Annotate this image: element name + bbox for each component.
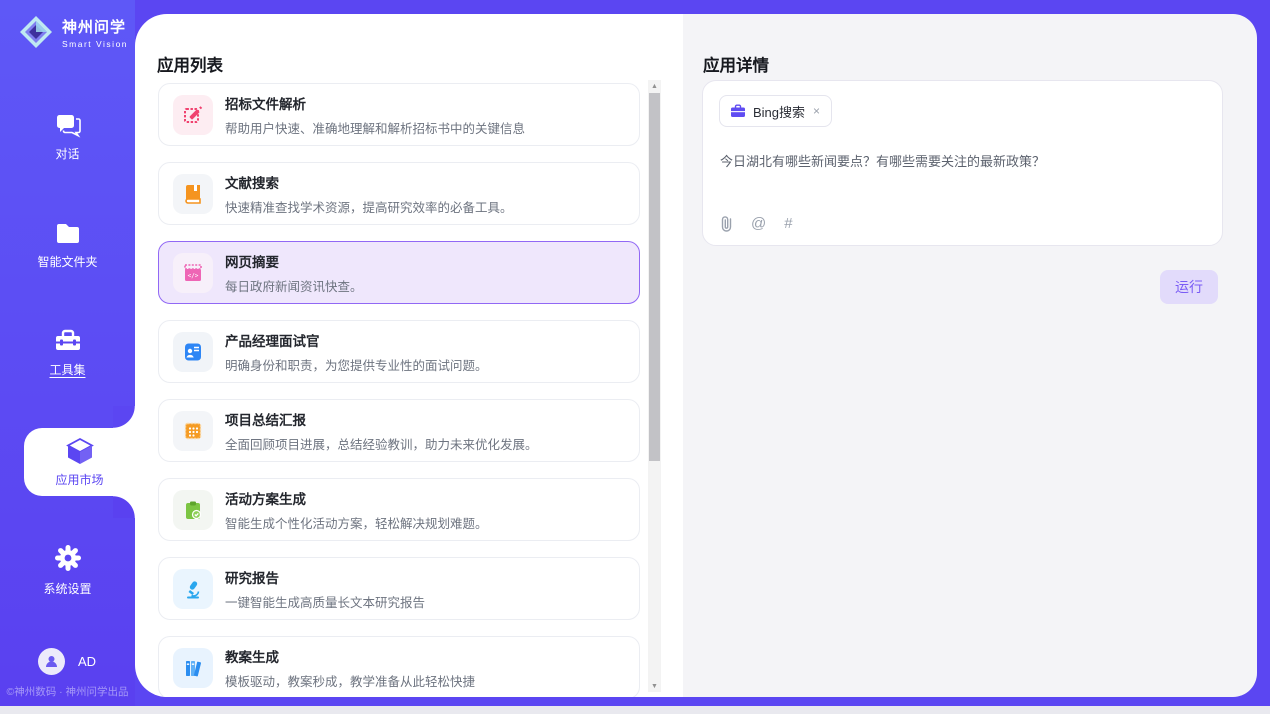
sidebar-item-settings[interactable]: 系统设置	[0, 543, 135, 597]
tile: </>	[173, 253, 213, 293]
clipboard-check-icon	[182, 499, 204, 521]
toolbox-icon	[53, 328, 83, 354]
tool-tag-label: Bing搜索	[753, 102, 805, 121]
sidebar-item-chat[interactable]: 对话	[0, 112, 135, 162]
scroll-up-arrow[interactable]: ▲	[648, 80, 661, 92]
scroll-down-arrow[interactable]: ▼	[648, 680, 661, 692]
interviewer-icon	[182, 341, 204, 363]
app-card-literature-search[interactable]: 文献搜索 快速精准查找学术资源，提高研究效率的必备工具。	[158, 162, 640, 225]
app-detail-title: 应用详情	[703, 52, 769, 76]
sidebar-item-smart-folder[interactable]: 智能文件夹	[0, 222, 135, 270]
tile	[173, 411, 213, 451]
edit-document-icon	[182, 104, 204, 126]
question-text: 今日湖北有哪些新闻要点？有哪些需要关注的最新政策？	[720, 151, 1200, 170]
run-button[interactable]: 运行	[1160, 270, 1218, 304]
input-toolbar: @ #	[720, 215, 793, 232]
tile	[173, 490, 213, 530]
app-card-web-summary[interactable]: </> 网页摘要 每日政府新闻资讯快查。	[158, 241, 640, 304]
gear-icon	[53, 543, 83, 573]
tile	[173, 332, 213, 372]
tile	[173, 95, 213, 135]
sidebar-item-label: 工具集	[49, 361, 85, 378]
app-frame: 神州问学 Smart Vision 对话 智能文件夹	[0, 0, 1270, 706]
app-list-title: 应用列表	[157, 52, 223, 76]
avatar	[38, 648, 65, 675]
report-note-icon	[182, 420, 204, 442]
sidebar-item-app-market[interactable]: 应用市场	[24, 428, 135, 496]
app-card-lesson-plan[interactable]: 教案生成 模板驱动，教案秒成，教学准备从此轻松快捷	[158, 636, 640, 697]
browser-code-icon: </>	[182, 262, 204, 284]
folder-icon	[54, 222, 82, 246]
app-card-project-summary[interactable]: 项目总结汇报 全面回顾项目进展，总结经验教训，助力未来优化发展。	[158, 399, 640, 462]
prompt-card: Bing搜索 × 今日湖北有哪些新闻要点？有哪些需要关注的最新政策？ @ #	[702, 80, 1223, 246]
app-card-research-report[interactable]: 研究报告 一键智能生成高质量长文本研究报告	[158, 557, 640, 620]
app-title: 招标文件解析	[225, 93, 525, 113]
app-title: 项目总结汇报	[225, 409, 538, 429]
sidebar-item-toolbox[interactable]: 工具集	[0, 328, 135, 378]
person-icon	[44, 654, 59, 669]
brand-name: 神州问学	[62, 16, 128, 37]
app-card-event-plan[interactable]: 活动方案生成 智能生成个性化活动方案，轻松解决规划难题。	[158, 478, 640, 541]
app-detail-panel: 应用详情 Bing搜索 × 今日湖北有哪些新闻要点？有哪些需要关注的最新政策？	[683, 14, 1257, 697]
tool-tag-bing-search[interactable]: Bing搜索 ×	[719, 95, 832, 127]
app-card-bid-analysis[interactable]: 招标文件解析 帮助用户快速、准确地理解和解析招标书中的关键信息	[158, 83, 640, 146]
books-icon	[182, 657, 204, 679]
app-title: 产品经理面试官	[225, 330, 488, 350]
sidebar-item-label: 智能文件夹	[37, 253, 97, 270]
tile	[173, 648, 213, 688]
book-icon	[182, 183, 204, 205]
app-title: 活动方案生成	[225, 488, 488, 508]
sidebar-item-label: 应用市场	[55, 471, 103, 488]
app-desc: 智能生成个性化活动方案，轻松解决规划难题。	[225, 513, 488, 532]
brand-logo: 神州问学 Smart Vision	[18, 14, 128, 50]
sidebar-item-label: 对话	[55, 145, 79, 162]
app-card-pm-interviewer[interactable]: 产品经理面试官 明确身份和职责，为您提供专业性的面试问题。	[158, 320, 640, 383]
app-desc: 一键智能生成高质量长文本研究报告	[225, 592, 425, 611]
chat-icon	[54, 112, 82, 138]
cube-icon	[65, 436, 95, 466]
app-desc: 模板驱动，教案秒成，教学准备从此轻松快捷	[225, 671, 475, 690]
user-name: AD	[78, 654, 96, 669]
sidebar: 神州问学 Smart Vision 对话 智能文件夹	[0, 0, 135, 706]
app-desc: 每日政府新闻资讯快查。	[225, 276, 363, 295]
copyright-footer: ©神州数码 · 神州问学出品	[0, 684, 135, 699]
app-title: 研究报告	[225, 567, 425, 587]
app-title: 文献搜索	[225, 172, 513, 192]
app-title: 网页摘要	[225, 251, 363, 271]
app-list-panel: 应用列表 招标文件解析 帮助用户快速、准确地理解和解析招标书中的关键信息	[135, 14, 683, 697]
paperclip-icon[interactable]	[720, 215, 733, 232]
briefcase-icon	[730, 104, 746, 118]
main-content: 应用列表 招标文件解析 帮助用户快速、准确地理解和解析招标书中的关键信息	[135, 14, 1257, 697]
tile	[173, 569, 213, 609]
svg-text:</>: </>	[188, 272, 199, 279]
app-list-scrollbar[interactable]: ▲ ▼	[648, 80, 661, 692]
scrollbar-thumb[interactable]	[649, 93, 660, 461]
hashtag-icon[interactable]: #	[784, 215, 792, 232]
app-card-list: 招标文件解析 帮助用户快速、准确地理解和解析招标书中的关键信息 文献搜索	[158, 83, 640, 697]
microscope-icon	[182, 578, 204, 600]
app-desc: 明确身份和职责，为您提供专业性的面试问题。	[225, 355, 488, 374]
app-desc: 全面回顾项目进展，总结经验教训，助力未来优化发展。	[225, 434, 538, 453]
mention-icon[interactable]: @	[751, 215, 766, 232]
app-desc: 帮助用户快速、准确地理解和解析招标书中的关键信息	[225, 118, 525, 137]
window-bottom-strip	[0, 706, 1270, 714]
tag-close-icon[interactable]: ×	[812, 104, 821, 118]
brand-subtitle: Smart Vision	[62, 39, 128, 49]
sidebar-item-label: 系统设置	[43, 580, 91, 597]
tile	[173, 174, 213, 214]
user-account[interactable]: AD	[38, 648, 96, 675]
brand-diamond-icon	[18, 14, 54, 50]
app-desc: 快速精准查找学术资源，提高研究效率的必备工具。	[225, 197, 513, 216]
app-title: 教案生成	[225, 646, 475, 666]
